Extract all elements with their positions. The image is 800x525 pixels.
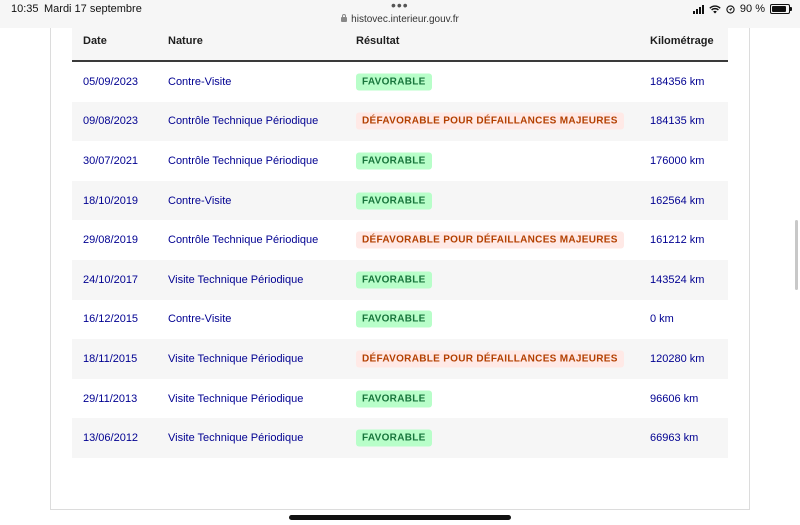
cell-mileage: 162564 km: [650, 194, 705, 207]
table-row: 29/11/2013 Visite Technique Périodique FAV…: [72, 379, 728, 419]
header-nature: Nature: [168, 35, 203, 47]
cell-date: 13/06/2012: [83, 432, 139, 445]
url-text: histovec.interieur.gouv.fr: [351, 14, 459, 25]
status-indicators: 90 %: [692, 3, 792, 15]
header-result: Résultat: [356, 35, 400, 47]
table-row: 29/08/2019 Contrôle Technique Périodique D…: [72, 220, 728, 260]
cell-mileage: 143524 km: [650, 273, 705, 286]
header-date: Date: [83, 35, 107, 47]
cell-result: FAVORABLE: [356, 152, 432, 170]
table-row: 18/10/2019 Contre-Visite FAVORABLE 162564 k…: [72, 180, 728, 221]
cell-nature: Visite Technique Périodique: [168, 392, 304, 405]
more-dots-icon[interactable]: •••: [391, 0, 409, 12]
cell-result: FAVORABLE: [356, 73, 432, 91]
cell-nature: Visite Technique Périodique: [168, 273, 304, 286]
table-row: 09/08/2023 Contrôle Technique Périodique D…: [72, 101, 728, 142]
table-row: 16/12/2015 Contre-Visite FAVORABLE 0 km: [72, 300, 728, 340]
result-badge: FAVORABLE: [356, 390, 432, 408]
result-badge: FAVORABLE: [356, 310, 432, 328]
cell-date: 30/07/2021: [83, 154, 139, 167]
cell-date: 16/12/2015: [83, 313, 139, 326]
cell-nature: Contre-Visite: [168, 75, 232, 88]
address-bar[interactable]: histovec.interieur.gouv.fr: [0, 14, 800, 25]
cell-mileage: 66963 km: [650, 432, 699, 445]
lock-icon: [341, 14, 348, 22]
cell-nature: Contrôle Technique Périodique: [168, 115, 319, 128]
cell-nature: Visite Technique Périodique: [168, 352, 304, 365]
cell-date: 18/10/2019: [83, 194, 139, 207]
result-badge: DÉFAVORABLE POUR DÉFAILLANCES MAJEURES: [356, 112, 624, 130]
table-row: 05/09/2023 Contre-Visite FAVORABLE 184356 k…: [72, 62, 728, 102]
cell-nature: Contre-Visite: [168, 313, 232, 326]
inspection-history-table: Date Nature Résultat Kilométrage 05/09/2…: [72, 28, 728, 458]
cell-result: FAVORABLE: [356, 390, 432, 408]
result-badge: FAVORABLE: [356, 73, 432, 91]
cell-result: DÉFAVORABLE POUR DÉFAILLANCES MAJEURES: [356, 231, 624, 249]
result-badge: FAVORABLE: [356, 152, 432, 170]
cell-result: DÉFAVORABLE POUR DÉFAILLANCES MAJEURES: [356, 350, 624, 368]
cell-mileage: 184356 km: [650, 75, 705, 88]
result-badge: FAVORABLE: [356, 429, 432, 447]
location-icon: [726, 4, 735, 14]
cell-mileage: 176000 km: [650, 154, 705, 167]
battery-percent: 90 %: [739, 3, 765, 15]
cell-date: 24/10/2017: [83, 273, 139, 286]
cell-nature: Contrôle Technique Périodique: [168, 154, 319, 167]
wifi-icon: [709, 4, 721, 13]
cell-result: FAVORABLE: [356, 271, 432, 289]
cell-date: 05/09/2023: [83, 75, 139, 88]
cell-mileage: 161212 km: [650, 234, 705, 247]
cell-mileage: 96606 km: [650, 392, 699, 405]
result-badge: DÉFAVORABLE POUR DÉFAILLANCES MAJEURES: [356, 231, 624, 249]
cell-result: FAVORABLE: [356, 429, 432, 447]
table-row: 30/07/2021 Contrôle Technique Périodique F…: [72, 141, 728, 181]
cell-result: FAVORABLE: [356, 310, 432, 328]
cell-nature: Visite Technique Périodique: [168, 432, 304, 445]
cell-mileage: 184135 km: [650, 115, 705, 128]
cell-result: FAVORABLE: [356, 192, 432, 210]
battery-icon: [770, 4, 792, 14]
home-indicator[interactable]: [289, 515, 511, 520]
header-mileage: Kilométrage: [650, 35, 714, 47]
result-badge: DÉFAVORABLE POUR DÉFAILLANCES MAJEURES: [356, 350, 624, 368]
scrollbar[interactable]: [795, 220, 798, 290]
table-header: Date Nature Résultat Kilométrage: [72, 28, 728, 62]
table-row: 13/06/2012 Visite Technique Périodique FAV…: [72, 418, 728, 458]
table-body: 05/09/2023 Contre-Visite FAVORABLE 184356 k…: [72, 62, 728, 458]
cell-result: DÉFAVORABLE POUR DÉFAILLANCES MAJEURES: [356, 112, 624, 130]
status-bar: 10:35 Mardi 17 septembre ••• histovec.in…: [0, 0, 800, 28]
cell-mileage: 0 km: [650, 313, 674, 326]
cell-nature: Contrôle Technique Périodique: [168, 234, 319, 247]
cell-date: 09/08/2023: [83, 115, 139, 128]
table-row: 24/10/2017 Visite Technique Périodique FAV…: [72, 259, 728, 300]
result-badge: FAVORABLE: [356, 271, 432, 289]
cell-date: 29/11/2013: [83, 392, 138, 405]
cell-date: 18/11/2015: [83, 352, 138, 365]
table-row: 18/11/2015 Visite Technique Périodique DÉF…: [72, 339, 728, 379]
signal-icon: [692, 4, 704, 14]
cell-mileage: 120280 km: [650, 352, 705, 365]
result-badge: FAVORABLE: [356, 192, 432, 210]
cell-nature: Contre-Visite: [168, 194, 232, 207]
cell-date: 29/08/2019: [83, 234, 139, 247]
